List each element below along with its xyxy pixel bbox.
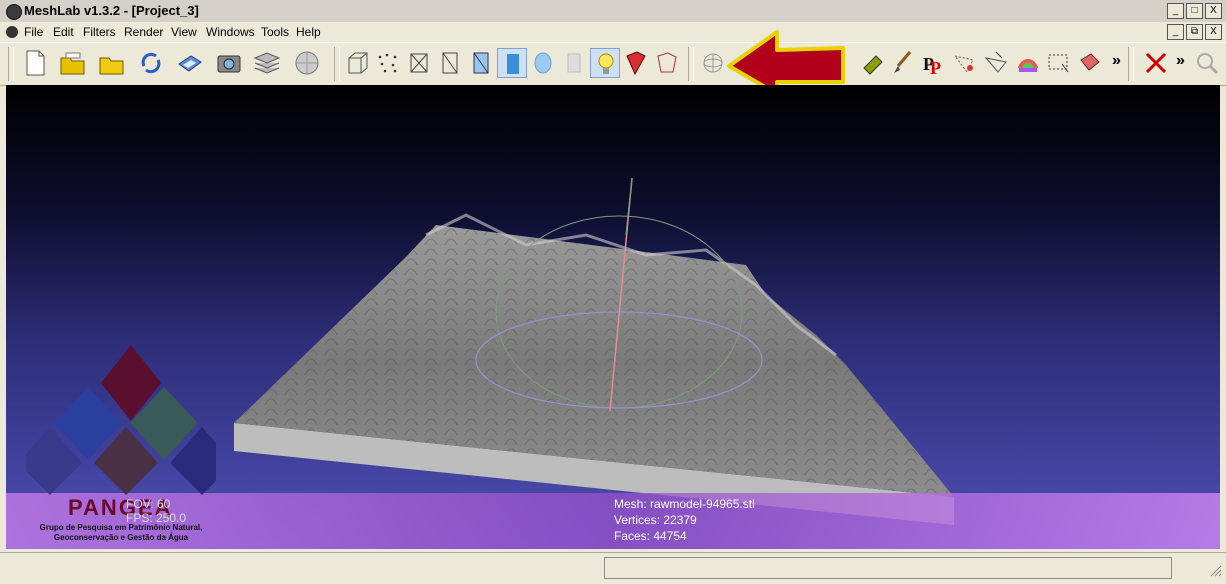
mdi-minimize-button[interactable]: _ <box>1167 24 1184 40</box>
menu-view[interactable]: View <box>171 25 197 39</box>
backface-culling-icon[interactable] <box>621 48 651 78</box>
manipulator-icon[interactable] <box>982 48 1012 78</box>
trackball-icon[interactable] <box>698 48 728 78</box>
menu-file[interactable]: File <box>24 25 43 39</box>
flat-render-icon[interactable] <box>497 48 527 78</box>
bbox-render-icon[interactable] <box>343 48 373 78</box>
mdi-restore-button[interactable]: ⧉ <box>1186 24 1203 40</box>
wireframe-render-icon[interactable] <box>404 48 434 78</box>
measure-tool-icon[interactable] <box>858 48 888 78</box>
maximize-button[interactable]: □ <box>1186 3 1203 19</box>
pick-points-icon[interactable]: PP <box>918 48 948 78</box>
texture-render-icon[interactable] <box>559 48 589 78</box>
fps-readout: FPS: 250.0 <box>126 511 187 525</box>
toolbar-handle[interactable] <box>8 47 14 81</box>
menu-tools[interactable]: Tools <box>261 25 289 39</box>
paint-brush-icon[interactable] <box>888 48 918 78</box>
points-render-icon[interactable] <box>373 48 403 78</box>
mdi-close-button[interactable]: X <box>1205 24 1222 40</box>
layers-icon[interactable] <box>252 48 282 78</box>
main-toolbar: PP » » <box>0 42 1226 86</box>
flat-lines-icon[interactable] <box>466 48 496 78</box>
close-button[interactable]: X <box>1205 3 1222 19</box>
save-icon[interactable] <box>175 48 205 78</box>
toolbar-separator <box>1128 47 1134 81</box>
vertices-readout: Vertices: 22379 <box>614 513 697 527</box>
title-bar: MeshLab v1.3.2 - [Project_3] _ □ X <box>0 0 1226 23</box>
menu-filters[interactable]: Filters <box>83 25 116 39</box>
logo-subtitle: Grupo de Pesquisa em Patrimônio Natural,… <box>39 523 203 542</box>
menu-edit[interactable]: Edit <box>53 25 74 39</box>
faces-readout: Faces: 44754 <box>614 529 687 543</box>
new-file-icon[interactable] <box>20 48 50 78</box>
menu-help[interactable]: Help <box>296 25 321 39</box>
globe-icon[interactable] <box>292 48 322 78</box>
menu-windows[interactable]: Windows <box>206 25 255 39</box>
mesh-name-readout: Mesh: rawmodel-94965.stl <box>614 497 755 511</box>
3d-viewport[interactable]: PANGEA Grupo de Pesquisa em Patrimônio N… <box>6 85 1220 549</box>
hidden-lines-icon[interactable] <box>435 48 465 78</box>
select-faces-icon[interactable] <box>652 48 682 78</box>
fov-readout: FOV: 60 <box>126 497 171 511</box>
progress-field <box>604 557 1172 579</box>
color-paint-icon[interactable] <box>1013 48 1043 78</box>
toolbar-separator <box>688 47 694 81</box>
select-vertices-icon[interactable] <box>1075 48 1105 78</box>
open-mesh-icon[interactable] <box>97 48 127 78</box>
open-project-icon[interactable] <box>58 48 88 78</box>
light-on-icon[interactable] <box>590 48 620 78</box>
align-tool-icon[interactable] <box>950 48 980 78</box>
pangea-logo-icon <box>26 345 216 495</box>
menu-render[interactable]: Render <box>124 25 163 39</box>
smooth-render-icon[interactable] <box>528 48 558 78</box>
snapshot-icon[interactable] <box>214 48 244 78</box>
svg-text:P: P <box>930 58 941 78</box>
window-title: MeshLab v1.3.2 - [Project_3] <box>24 3 199 18</box>
minimize-button[interactable]: _ <box>1167 3 1184 19</box>
reload-icon[interactable] <box>136 48 166 78</box>
status-bar <box>0 552 1226 584</box>
resize-grip-icon[interactable] <box>1208 563 1222 577</box>
menu-bar: File Edit Filters Render View Windows To… <box>0 22 1226 42</box>
select-region-icon[interactable] <box>1044 48 1074 78</box>
delete-icon[interactable] <box>1141 48 1171 78</box>
toolbar-overflow-button[interactable]: » <box>1112 52 1121 70</box>
document-icon[interactable] <box>6 26 18 38</box>
search-icon[interactable] <box>1192 48 1222 78</box>
toolbar-separator <box>334 47 340 81</box>
app-icon <box>6 4 22 20</box>
toolbar-overflow-button-2[interactable]: » <box>1176 52 1185 70</box>
